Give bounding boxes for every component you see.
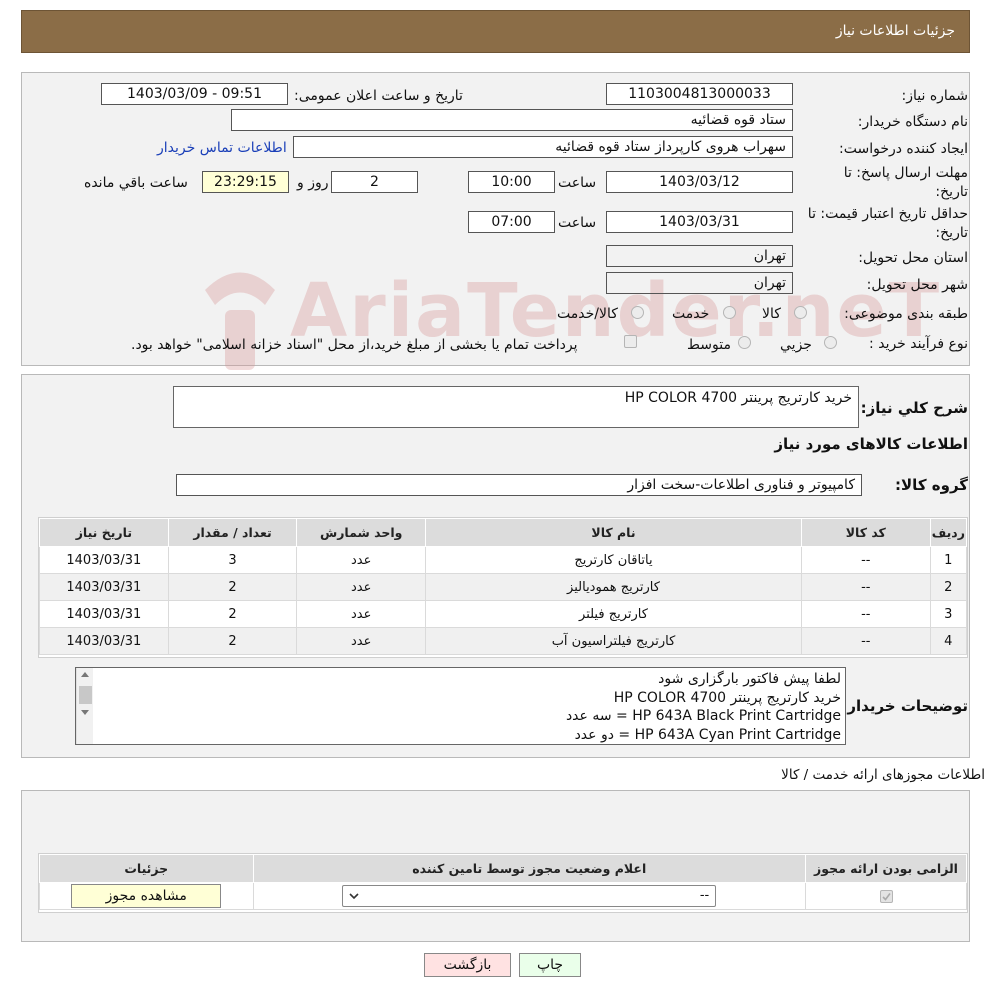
notes-scrollbar[interactable]: [76, 668, 93, 744]
description-textarea[interactable]: خرید کارتریج پرینتر HP COLOR 4700: [173, 386, 859, 428]
col-permit-details: جزئیات: [39, 854, 254, 883]
goods-table-container: ردیف کد کالا نام کالا واحد شمارش تعداد /…: [38, 517, 968, 658]
days-field: 2: [331, 171, 418, 193]
table-row: -- مشاهده مجوز: [39, 882, 967, 910]
permits-table-container: الزامی بودن ارائه مجوز اعلام وضعیت مجوز …: [38, 853, 968, 913]
payment-note: پرداخت تمام یا بخشی از مبلغ خرید،از محل …: [131, 337, 578, 353]
validity-time-label: ساعت: [558, 215, 597, 231]
table-row: 2 -- کارتریج هموديالیز عدد 2 1403/03/31: [39, 573, 968, 601]
category-service-radio[interactable]: [723, 306, 736, 319]
col-qty: تعداد / مقدار: [167, 518, 298, 547]
buyer-notes-textarea[interactable]: لطفا پیش فاکتور بارگزاری شود خرید کارتری…: [75, 667, 846, 745]
col-permit-status: اعلام وضعیت مجوز توسط تامین کننده: [252, 854, 806, 883]
city-label: شهر محل تحویل:: [866, 277, 968, 293]
province-label: استان محل تحویل:: [858, 250, 968, 266]
check-icon: [881, 892, 891, 901]
remaining-label: ساعت باقي مانده: [84, 175, 188, 191]
col-date: تاریخ نیاز: [39, 518, 169, 547]
validity-date-field: 1403/03/31: [606, 211, 793, 233]
col-code: کد کالا: [800, 518, 931, 547]
deadline-time-label: ساعت: [558, 175, 597, 191]
watermark-logo-icon: [195, 250, 285, 380]
need-number-field: 1103004813000033: [606, 83, 793, 105]
goods-info-title: اطلاعات کالاهای مورد نیاز: [774, 435, 968, 453]
description-label: شرح کلي نياز:: [860, 399, 968, 417]
deadline-label-line1: مهلت ارسال پاسخ: تا: [843, 165, 968, 181]
scroll-thumb[interactable]: [79, 686, 92, 704]
scroll-up-icon[interactable]: [81, 672, 89, 677]
process-medium-radio[interactable]: [738, 336, 751, 349]
category-goods-label: کالا: [762, 306, 781, 322]
city-field: تهران: [606, 272, 793, 294]
process-label: نوع فرآیند خرید :: [869, 336, 968, 352]
creator-field: سهراب هروی کارپرداز ستاد قوه قضائیه: [293, 136, 793, 158]
remaining-time-field: 23:29:15: [202, 171, 289, 193]
permits-table: الزامی بودن ارائه مجوز اعلام وضعیت مجوز …: [39, 854, 967, 910]
back-button[interactable]: بازگشت: [424, 953, 511, 977]
print-button[interactable]: چاپ: [519, 953, 581, 977]
permits-section-title: اطلاعات مجوزهای ارائه خدمت / کالا: [781, 767, 985, 783]
validity-label-line2: تاریخ:: [935, 225, 968, 241]
announce-label: تاریخ و ساعت اعلان عمومی:: [294, 88, 463, 104]
category-label: طبقه بندی موضوعی:: [844, 306, 968, 322]
table-row: 1 -- یاتاقان کارتریج عدد 3 1403/03/31: [39, 546, 968, 574]
goods-table: ردیف کد کالا نام کالا واحد شمارش تعداد /…: [39, 518, 968, 655]
creator-label: ایجاد کننده درخواست:: [839, 141, 968, 157]
buyer-notes-label: توضیحات خریدار:: [841, 697, 968, 715]
buyer-notes-text: لطفا پیش فاکتور بارگزاری شود خرید کارتری…: [565, 671, 841, 743]
process-minor-label: جزیي: [780, 337, 812, 353]
table-row: 3 -- کارتریج فیلتر عدد 2 1403/03/31: [39, 600, 968, 628]
view-permit-button[interactable]: مشاهده مجوز: [71, 884, 222, 908]
page-title: جزئیات اطلاعات نیاز: [835, 23, 955, 39]
buyer-org-field: ستاد قوه قضائیه: [231, 109, 793, 131]
validity-time-field: 07:00: [468, 211, 555, 233]
province-field: تهران: [606, 245, 793, 267]
buyer-org-label: نام دستگاه خریدار:: [857, 114, 968, 130]
treasury-checkbox[interactable]: [624, 335, 637, 348]
deadline-date-field: 1403/03/12: [606, 171, 793, 193]
validity-label-line1: حداقل تاریخ اعتبار قیمت: تا: [807, 206, 968, 222]
deadline-time-field: 10:00: [468, 171, 555, 193]
col-unit: واحد شمارش: [296, 518, 427, 547]
contact-info-link[interactable]: اطلاعات تماس خریدار: [157, 140, 287, 156]
announce-field: 1403/03/09 - 09:51: [101, 83, 288, 105]
goods-group-field: کامپیوتر و فناوری اطلاعات-سخت افزار: [176, 474, 862, 496]
category-service-label: خدمت: [672, 306, 710, 322]
chevron-down-icon: [349, 893, 359, 900]
description-text: خرید کارتریج پرینتر HP COLOR 4700: [624, 390, 852, 406]
scroll-down-icon[interactable]: [81, 710, 89, 715]
permit-status-select[interactable]: --: [342, 885, 717, 907]
table-row: 4 -- کارتریج فیلتراسیون آب عدد 2 1403/03…: [39, 627, 968, 655]
category-goods-radio[interactable]: [794, 306, 807, 319]
category-goods-service-radio[interactable]: [631, 306, 644, 319]
goods-group-label: گروه کالا:: [895, 476, 968, 494]
process-minor-radio[interactable]: [824, 336, 837, 349]
days-label: روز و: [297, 175, 329, 191]
need-number-label: شماره نیاز:: [901, 88, 969, 104]
process-medium-label: متوسط: [687, 337, 731, 353]
col-permit-required: الزامی بودن ارائه مجوز: [805, 854, 967, 883]
deadline-label-line2: تاریخ:: [935, 184, 968, 200]
page-header: جزئیات اطلاعات نیاز: [21, 10, 970, 53]
permit-required-checkbox[interactable]: [879, 889, 893, 903]
col-name: نام کالا: [425, 518, 802, 547]
col-row: ردیف: [929, 518, 968, 547]
category-goods-service-label: کالا/خدمت: [557, 306, 618, 322]
